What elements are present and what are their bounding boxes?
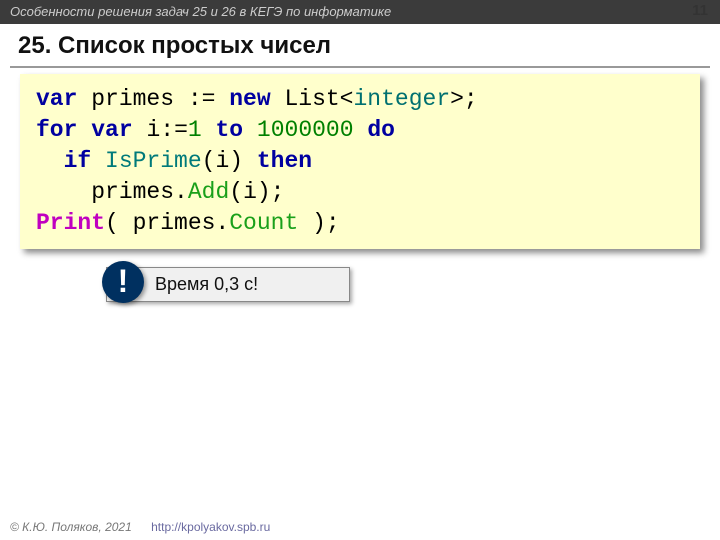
kw-var: var [36, 86, 77, 112]
kw-to: to [216, 117, 244, 143]
copyright: © К.Ю. Поляков, 2021 [10, 520, 132, 534]
prop-count: Count [229, 210, 298, 236]
kw-new: new [229, 86, 270, 112]
slide: { "header": { "subtitle": "Особенности р… [0, 0, 720, 540]
method-add: Add [188, 179, 229, 205]
footer: © К.Ю. Поляков, 2021 http://kpolyakov.sp… [10, 520, 270, 534]
kw-for: for [36, 117, 77, 143]
kw-do: do [367, 117, 395, 143]
kw-then: then [257, 148, 312, 174]
fn-isprime: IsPrime [105, 148, 202, 174]
fn-print: Print [36, 210, 105, 236]
page-number: 11 [692, 2, 708, 19]
code-block: var primes := new List<integer>; for var… [20, 74, 700, 249]
page-title: 25. Список простых чисел [0, 24, 720, 66]
slide-header: Особенности решения задач 25 и 26 в КЕГЭ… [0, 0, 720, 24]
type-integer: integer [354, 86, 451, 112]
exclamation-icon: ! [102, 261, 144, 303]
divider [10, 66, 710, 68]
kw-var2: var [91, 117, 132, 143]
kw-if: if [64, 148, 92, 174]
footer-url: http://kpolyakov.spb.ru [151, 520, 270, 534]
slide-subtitle: Особенности решения задач 25 и 26 в КЕГЭ… [10, 4, 391, 19]
callout: ! Время 0,3 с! [106, 267, 350, 302]
